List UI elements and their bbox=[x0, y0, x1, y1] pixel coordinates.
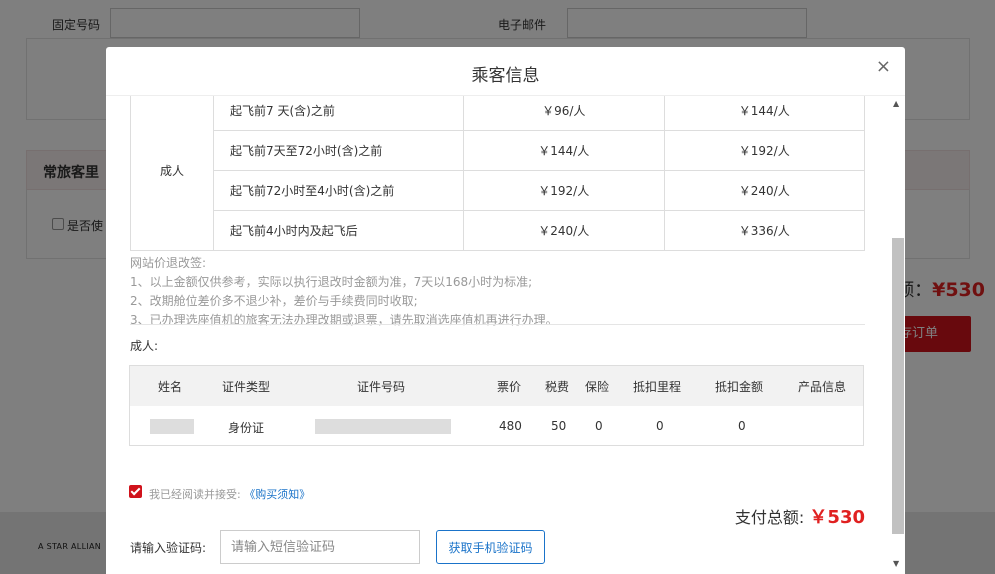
fee-row: 成人 起飞前7 天(含)之前 ￥96/人 ￥144/人 bbox=[130, 96, 865, 251]
get-sms-code-button[interactable]: 获取手机验证码 bbox=[436, 530, 545, 564]
header-deduct: 抵扣金额 bbox=[715, 380, 764, 394]
insurance-cell: 0 bbox=[595, 419, 603, 433]
header-insurance: 保险 bbox=[585, 380, 610, 394]
header-name: 姓名 bbox=[158, 380, 183, 394]
sms-code-input[interactable] bbox=[220, 530, 420, 564]
agreement-text: 我已经阅读并接受: bbox=[149, 488, 241, 501]
passenger-info-modal: 乘客信息 × ▲ ▼ 成人 起飞前7 天(含)之前 ￥96/人 ￥144/人 起… bbox=[106, 47, 905, 574]
tax-cell: 50 bbox=[551, 419, 567, 433]
header-id-number: 证件号码 bbox=[357, 380, 406, 394]
payment-total: 支付总额: ￥530 bbox=[735, 503, 865, 529]
change-fee: ￥192/人 bbox=[663, 130, 865, 171]
adult-section-title: 成人: bbox=[130, 339, 159, 353]
id-type-cell: 身份证 bbox=[228, 421, 265, 435]
change-fee: ￥336/人 bbox=[663, 210, 865, 251]
header-tax: 税费 bbox=[545, 380, 570, 394]
refund-fee: ￥240/人 bbox=[463, 210, 665, 251]
scrollbar-thumb[interactable] bbox=[892, 238, 904, 534]
refund-rules: 网站价退改签: 1、以上金额仅供参考，实际以执行退改时金额为准，7天以168小时… bbox=[130, 254, 558, 330]
header-fare: 票价 bbox=[497, 380, 522, 394]
modal-title: 乘客信息 bbox=[471, 66, 540, 86]
purchase-notice-link[interactable]: 《购买须知》 bbox=[244, 488, 310, 501]
modal-body: 成人 起飞前7 天(含)之前 ￥96/人 ￥144/人 起飞前7天至72小时(含… bbox=[106, 96, 889, 574]
change-fee: ￥240/人 bbox=[663, 170, 865, 211]
fee-row: 起飞前4小时内及起飞后 ￥240/人 ￥336/人 bbox=[131, 210, 865, 251]
agreement-checkbox[interactable] bbox=[129, 485, 142, 498]
fare-cell: 480 bbox=[499, 419, 522, 433]
fee-condition: 起飞前72小时至4小时(含)之前 bbox=[213, 170, 464, 211]
change-fee: ￥144/人 bbox=[663, 96, 865, 131]
header-product: 产品信息 bbox=[798, 380, 847, 394]
close-icon[interactable]: × bbox=[876, 56, 891, 77]
modal-scrollbar[interactable]: ▲ ▼ bbox=[891, 99, 904, 568]
refund-fee: ￥192/人 bbox=[463, 170, 665, 211]
fee-category: 成人 bbox=[130, 96, 214, 251]
modal-header: 乘客信息 × bbox=[106, 47, 905, 96]
rule-item: 3、已办理选座值机的旅客无法办理改期或退票，请先取消选座值机再进行办理。 bbox=[130, 313, 558, 327]
passenger-table: 姓名 证件类型 证件号码 票价 税费 保险 抵扣里程 抵扣金额 产品信息 身份证… bbox=[129, 365, 864, 446]
fee-row: 起飞前7天至72小时(含)之前 ￥144/人 ￥192/人 bbox=[131, 130, 865, 171]
rule-item: 1、以上金额仅供参考，实际以执行退改时金额为准，7天以168小时为标准; bbox=[130, 275, 533, 289]
scroll-up-icon[interactable]: ▲ bbox=[893, 99, 899, 108]
payment-total-label: 支付总额: bbox=[734, 508, 805, 527]
rule-item: 2、改期舱位差价多不退少补，差价与手续费同时收取; bbox=[130, 294, 418, 308]
rules-title: 网站价退改签: bbox=[130, 256, 207, 270]
refund-fee: ￥96/人 bbox=[463, 96, 665, 131]
passenger-table-header: 姓名 证件类型 证件号码 票价 税费 保险 抵扣里程 抵扣金额 产品信息 bbox=[130, 366, 863, 406]
divider bbox=[130, 324, 865, 325]
payment-total-amount: ￥530 bbox=[809, 507, 865, 528]
deduct-cell: 0 bbox=[738, 419, 746, 433]
refund-change-fee-table: 成人 起飞前7 天(含)之前 ￥96/人 ￥144/人 起飞前7天至72小时(含… bbox=[130, 96, 865, 251]
fee-row: 起飞前72小时至4小时(含)之前 ￥192/人 ￥240/人 bbox=[131, 170, 865, 211]
fee-condition: 起飞前7天至72小时(含)之前 bbox=[213, 130, 464, 171]
passenger-name-redacted bbox=[150, 419, 194, 434]
verify-code-label: 请输入验证码: bbox=[130, 541, 207, 555]
refund-fee: ￥144/人 bbox=[463, 130, 665, 171]
id-number-redacted bbox=[315, 419, 451, 434]
header-id-type: 证件类型 bbox=[222, 380, 271, 394]
miles-cell: 0 bbox=[656, 419, 664, 433]
fee-condition: 起飞前7 天(含)之前 bbox=[213, 96, 464, 131]
scroll-down-icon[interactable]: ▼ bbox=[893, 559, 899, 568]
header-miles: 抵扣里程 bbox=[633, 380, 682, 394]
fee-condition: 起飞前4小时内及起飞后 bbox=[213, 210, 464, 251]
